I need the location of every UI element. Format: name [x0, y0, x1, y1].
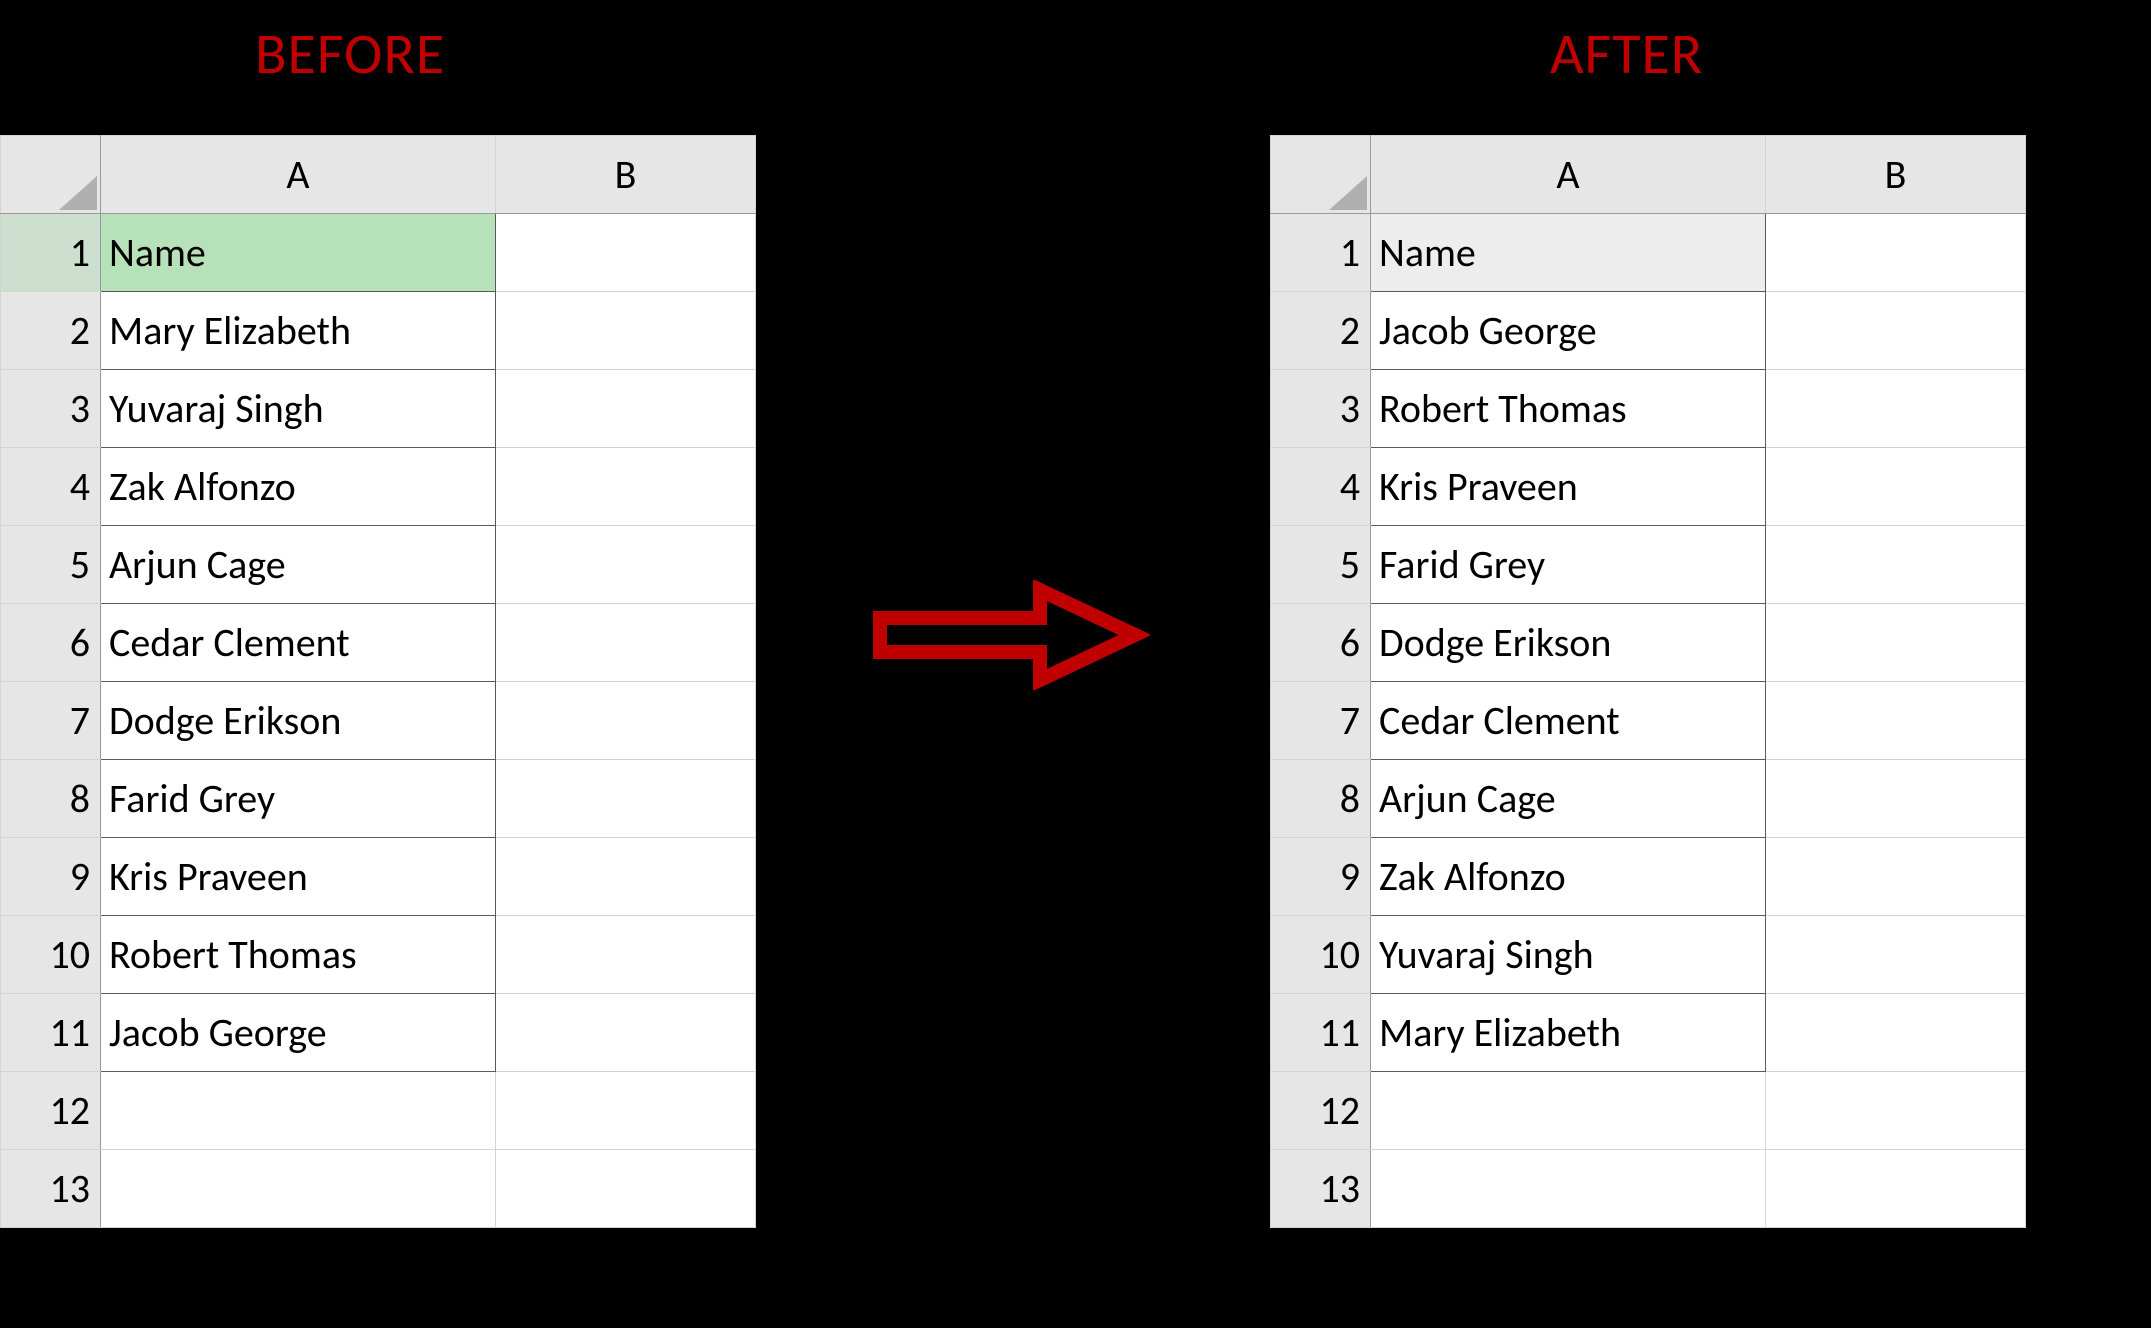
row-header[interactable]: 1 [1271, 214, 1371, 292]
row-header[interactable]: 5 [1271, 526, 1371, 604]
cell[interactable] [101, 1072, 496, 1150]
cell[interactable] [1766, 916, 2026, 994]
cell[interactable] [1766, 760, 2026, 838]
row-header[interactable]: 10 [1271, 916, 1371, 994]
cell[interactable]: Zak Alfonzo [1371, 838, 1766, 916]
cell[interactable]: Dodge Erikson [101, 682, 496, 760]
cell[interactable]: Yuvaraj Singh [1371, 916, 1766, 994]
row-header[interactable]: 8 [1271, 760, 1371, 838]
cell[interactable]: Arjun Cage [1371, 760, 1766, 838]
row-header[interactable]: 13 [1, 1150, 101, 1228]
row-header[interactable]: 7 [1, 682, 101, 760]
cell-b1[interactable] [1766, 214, 2026, 292]
row-header[interactable]: 9 [1271, 838, 1371, 916]
cell-a1[interactable]: Name [101, 214, 496, 292]
row-header[interactable]: 7 [1271, 682, 1371, 760]
cell[interactable]: Cedar Clement [101, 604, 496, 682]
cell[interactable]: Farid Grey [1371, 526, 1766, 604]
row-header[interactable]: 5 [1, 526, 101, 604]
cell[interactable]: Arjun Cage [101, 526, 496, 604]
cell[interactable]: Kris Praveen [1371, 448, 1766, 526]
row-header[interactable]: 11 [1, 994, 101, 1072]
column-header-b[interactable]: B [496, 136, 756, 214]
cell[interactable] [1766, 448, 2026, 526]
cell[interactable]: Kris Praveen [101, 838, 496, 916]
cell[interactable] [1766, 526, 2026, 604]
cell[interactable] [1766, 838, 2026, 916]
cell[interactable] [496, 682, 756, 760]
cell-a1[interactable]: Name [1371, 214, 1766, 292]
cell[interactable] [1766, 1072, 2026, 1150]
select-all-icon [59, 176, 97, 210]
cell[interactable] [496, 526, 756, 604]
row-header[interactable]: 2 [1, 292, 101, 370]
row-header[interactable]: 3 [1271, 370, 1371, 448]
cell[interactable]: Mary Elizabeth [101, 292, 496, 370]
cell[interactable] [496, 838, 756, 916]
row-header[interactable]: 12 [1, 1072, 101, 1150]
column-header-a[interactable]: A [101, 136, 496, 214]
cell[interactable]: Farid Grey [101, 760, 496, 838]
column-header-b[interactable]: B [1766, 136, 2026, 214]
row-header[interactable]: 1 [1, 214, 101, 292]
cell[interactable] [1371, 1150, 1766, 1228]
cell[interactable] [101, 1150, 496, 1228]
cell[interactable] [496, 1150, 756, 1228]
row-header[interactable]: 13 [1271, 1150, 1371, 1228]
select-all-icon [1329, 176, 1367, 210]
cell[interactable] [496, 604, 756, 682]
cell[interactable] [496, 370, 756, 448]
row-header[interactable]: 3 [1, 370, 101, 448]
select-all-triangle[interactable] [1, 136, 101, 214]
cell[interactable] [1371, 1072, 1766, 1150]
row-header[interactable]: 6 [1, 604, 101, 682]
row-header[interactable]: 8 [1, 760, 101, 838]
cell[interactable]: Robert Thomas [1371, 370, 1766, 448]
cell[interactable]: Jacob George [1371, 292, 1766, 370]
row-header[interactable]: 4 [1271, 448, 1371, 526]
row-header[interactable]: 12 [1271, 1072, 1371, 1150]
cell[interactable]: Zak Alfonzo [101, 448, 496, 526]
cell[interactable] [496, 760, 756, 838]
cell[interactable]: Jacob George [101, 994, 496, 1072]
cell[interactable] [1766, 370, 2026, 448]
row-header[interactable]: 11 [1271, 994, 1371, 1072]
arrow-icon [870, 580, 1150, 695]
cell[interactable]: Robert Thomas [101, 916, 496, 994]
cell[interactable]: Dodge Erikson [1371, 604, 1766, 682]
cell[interactable] [1766, 682, 2026, 760]
cell[interactable] [496, 994, 756, 1072]
label-before: BEFORE [255, 18, 445, 89]
spreadsheet-after: A B 1 Name 2Jacob George 3Robert Thomas … [1270, 135, 2026, 1228]
cell[interactable] [1766, 604, 2026, 682]
column-header-a[interactable]: A [1371, 136, 1766, 214]
select-all-triangle[interactable] [1271, 136, 1371, 214]
cell[interactable]: Cedar Clement [1371, 682, 1766, 760]
cell[interactable] [1766, 292, 2026, 370]
cell[interactable] [496, 292, 756, 370]
cell-b1[interactable] [496, 214, 756, 292]
cell[interactable] [496, 448, 756, 526]
row-header[interactable]: 2 [1271, 292, 1371, 370]
cell[interactable] [496, 916, 756, 994]
cell[interactable]: Yuvaraj Singh [101, 370, 496, 448]
row-header[interactable]: 6 [1271, 604, 1371, 682]
cell[interactable] [496, 1072, 756, 1150]
row-header[interactable]: 9 [1, 838, 101, 916]
cell[interactable] [1766, 994, 2026, 1072]
cell[interactable]: Mary Elizabeth [1371, 994, 1766, 1072]
row-header[interactable]: 10 [1, 916, 101, 994]
spreadsheet-before: A B 1 Name 2Mary Elizabeth 3Yuvaraj Sing… [0, 135, 756, 1228]
cell[interactable] [1766, 1150, 2026, 1228]
row-header[interactable]: 4 [1, 448, 101, 526]
label-after: AFTER [1550, 18, 1703, 89]
